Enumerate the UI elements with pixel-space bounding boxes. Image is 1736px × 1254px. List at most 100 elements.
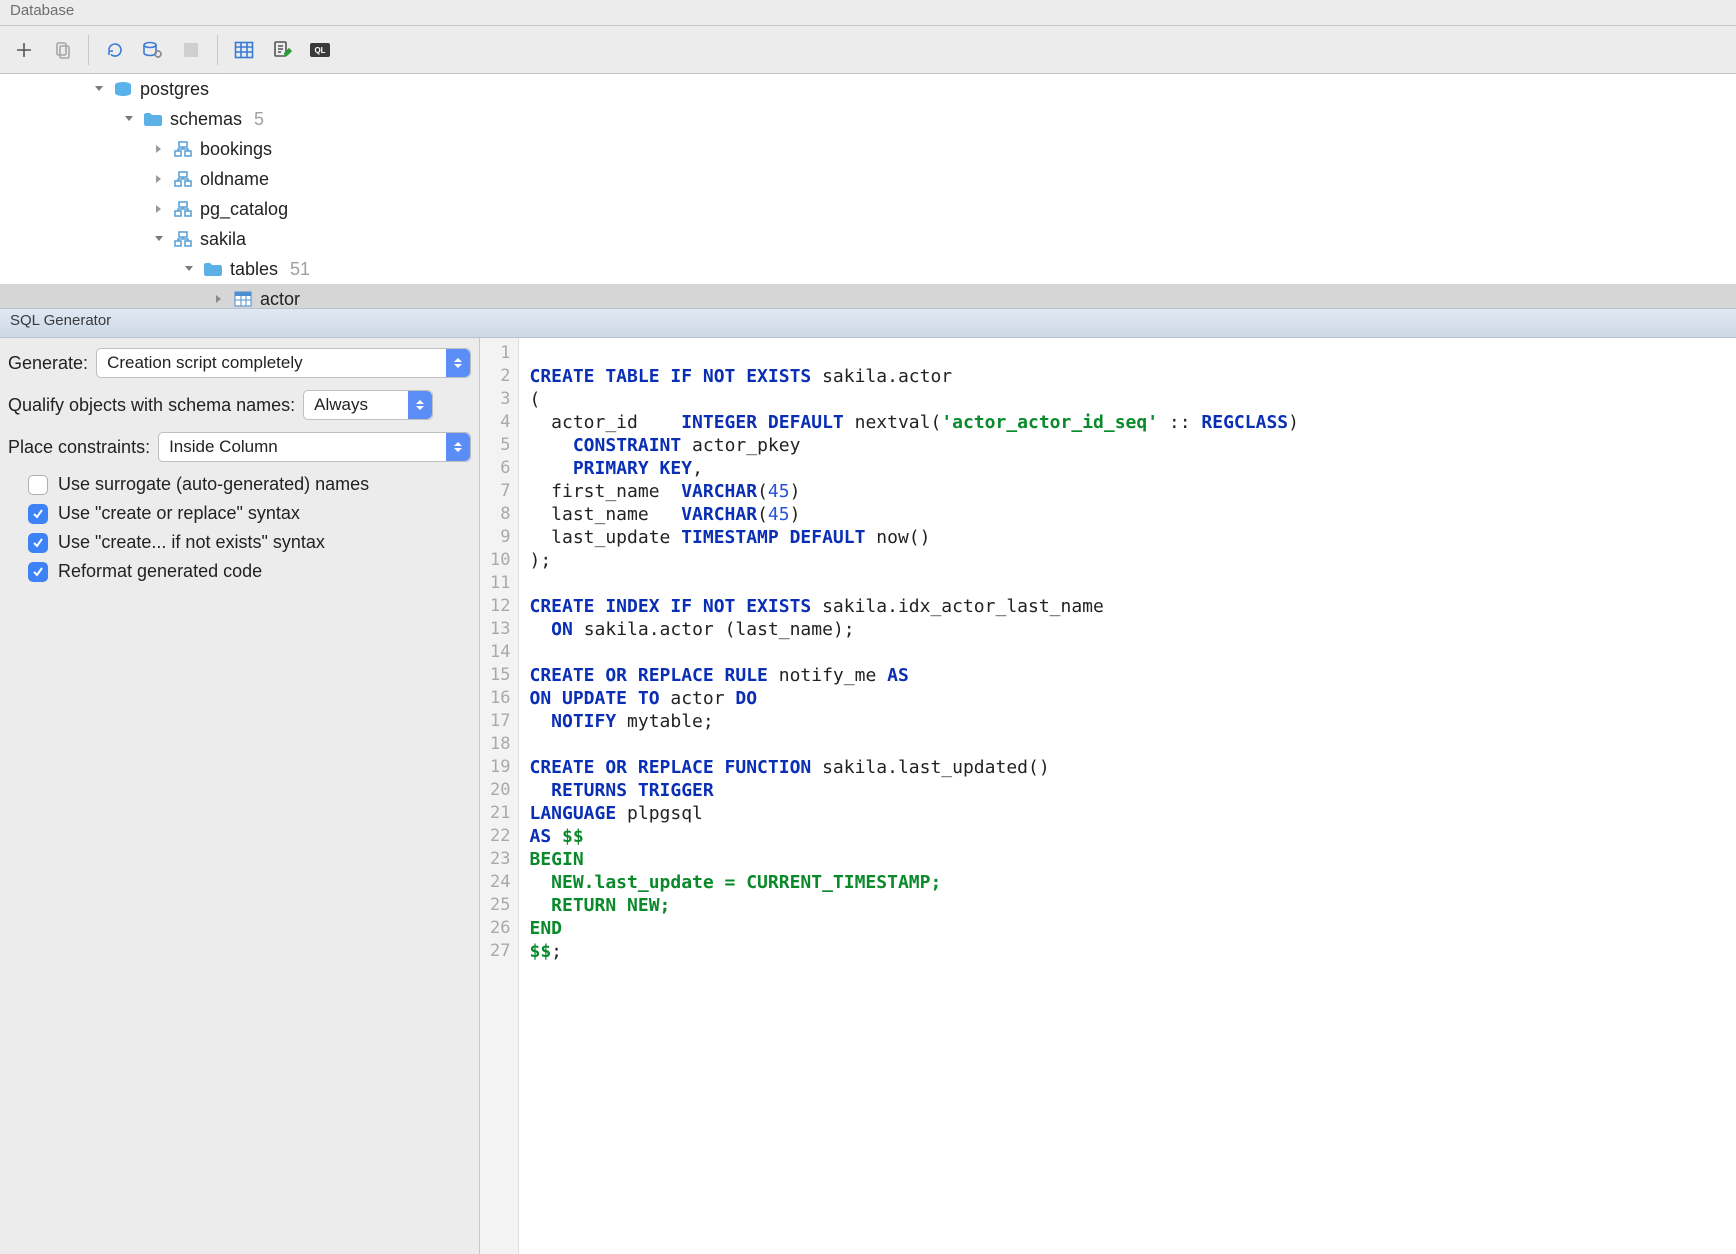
select-caret-icon: [446, 433, 470, 461]
tree-item-database[interactable]: postgres: [0, 74, 1736, 104]
code-token: sakila.actor: [811, 366, 952, 387]
code-token: );: [529, 550, 551, 571]
checkbox-checked-icon[interactable]: [28, 504, 48, 524]
chevron-down-icon[interactable]: [92, 82, 106, 96]
sql-code-content[interactable]: CREATE TABLE IF NOT EXISTS sakila.actor …: [519, 338, 1298, 1254]
chevron-right-icon[interactable]: [152, 142, 166, 156]
code-token: AS: [887, 665, 909, 686]
schema-icon: [172, 200, 194, 218]
code-token: first_name: [529, 481, 681, 502]
code-token: mytable;: [616, 711, 714, 732]
code-token: [529, 435, 572, 456]
database-tree[interactable]: postgres schemas 5 bookings oldname pg_c…: [0, 74, 1736, 308]
constraints-label: Place constraints:: [8, 437, 150, 458]
code-token: ON UPDATE TO: [529, 688, 659, 709]
code-token: [529, 780, 551, 801]
schema-icon: [172, 230, 194, 248]
select-value: Creation script completely: [107, 353, 303, 373]
chevron-down-icon[interactable]: [152, 232, 166, 246]
option-reformat-code[interactable]: Reformat generated code: [28, 561, 471, 582]
code-token: DO: [735, 688, 757, 709]
database-toolbar: QL: [0, 26, 1736, 74]
schema-icon: [172, 170, 194, 188]
refresh-icon[interactable]: [99, 34, 131, 66]
code-token: (: [757, 481, 768, 502]
code-token: ): [790, 481, 801, 502]
schema-icon: [172, 140, 194, 158]
code-token: now(): [865, 527, 930, 548]
code-token: TIMESTAMP DEFAULT: [681, 527, 865, 548]
tree-item-schema[interactable]: oldname: [0, 164, 1736, 194]
select-caret-icon: [408, 391, 432, 419]
code-token: CREATE INDEX IF NOT EXISTS: [529, 596, 811, 617]
tree-item-table[interactable]: actor: [0, 284, 1736, 308]
code-token: [529, 458, 572, 479]
code-token: ;: [551, 941, 562, 962]
select-value: Always: [314, 395, 368, 415]
option-surrogate-names[interactable]: Use surrogate (auto-generated) names: [28, 474, 471, 495]
code-token: actor: [660, 688, 736, 709]
code-token: (: [757, 504, 768, 525]
code-token: LANGUAGE: [529, 803, 616, 824]
option-create-or-replace[interactable]: Use "create or replace" syntax: [28, 503, 471, 524]
open-console-icon[interactable]: QL: [304, 34, 336, 66]
code-token: last_update: [529, 527, 681, 548]
tree-item-label: actor: [260, 289, 300, 309]
table-icon: [232, 290, 254, 308]
tree-item-schema[interactable]: pg_catalog: [0, 194, 1736, 224]
tree-item-schemas[interactable]: schemas 5: [0, 104, 1736, 134]
code-token: PRIMARY KEY: [573, 458, 692, 479]
panel-title: Database: [0, 0, 1736, 26]
option-if-not-exists[interactable]: Use "create... if not exists" syntax: [28, 532, 471, 553]
tree-item-label: tables: [230, 259, 278, 280]
code-token: ): [1288, 412, 1299, 433]
stop-icon: [175, 34, 207, 66]
tree-item-schema[interactable]: sakila: [0, 224, 1736, 254]
tree-item-tables[interactable]: tables 51: [0, 254, 1736, 284]
tree-item-label: postgres: [140, 79, 209, 100]
code-token: notify_me: [768, 665, 887, 686]
line-number-gutter: 1 2 3 4 5 6 7 8 9 10 11 12 13 14 15 16 1…: [480, 338, 519, 1254]
option-label: Use "create or replace" syntax: [58, 503, 300, 524]
checkbox-checked-icon[interactable]: [28, 533, 48, 553]
code-token: REGCLASS: [1201, 412, 1288, 433]
code-token: END: [529, 918, 562, 939]
chevron-right-icon[interactable]: [152, 202, 166, 216]
code-token: VARCHAR: [681, 504, 757, 525]
qualify-select[interactable]: Always: [303, 390, 433, 420]
chevron-right-icon[interactable]: [212, 292, 226, 306]
code-token: last_name: [529, 504, 681, 525]
code-token: [529, 619, 551, 640]
code-token: ): [790, 504, 801, 525]
code-token: actor_pkey: [681, 435, 800, 456]
tree-item-count: 51: [290, 259, 310, 280]
checkbox-unchecked-icon[interactable]: [28, 475, 48, 495]
code-token: plpgsql: [616, 803, 703, 824]
chevron-down-icon[interactable]: [182, 262, 196, 276]
code-token: $$: [529, 941, 551, 962]
tree-item-label: sakila: [200, 229, 246, 250]
code-token: CONSTRAINT: [573, 435, 681, 456]
option-label: Reformat generated code: [58, 561, 262, 582]
copy-icon[interactable]: [46, 34, 78, 66]
code-token: BEGIN: [529, 849, 583, 870]
add-icon[interactable]: [8, 34, 40, 66]
code-token: RETURNS TRIGGER: [551, 780, 714, 801]
edit-ddl-icon[interactable]: [266, 34, 298, 66]
option-label: Use surrogate (auto-generated) names: [58, 474, 369, 495]
data-source-properties-icon[interactable]: [137, 34, 169, 66]
folder-icon: [202, 260, 224, 278]
tree-item-label: pg_catalog: [200, 199, 288, 220]
code-token: sakila.actor (last_name);: [573, 619, 855, 640]
code-token: [529, 711, 551, 732]
chevron-down-icon[interactable]: [122, 112, 136, 126]
chevron-right-icon[interactable]: [152, 172, 166, 186]
sql-code-viewer[interactable]: 1 2 3 4 5 6 7 8 9 10 11 12 13 14 15 16 1…: [480, 338, 1736, 1254]
select-value: Inside Column: [169, 437, 278, 457]
code-token: NEW.last_update = CURRENT_TIMESTAMP;: [529, 872, 941, 893]
tree-item-schema[interactable]: bookings: [0, 134, 1736, 164]
table-editor-icon[interactable]: [228, 34, 260, 66]
constraints-select[interactable]: Inside Column: [158, 432, 471, 462]
checkbox-checked-icon[interactable]: [28, 562, 48, 582]
generate-select[interactable]: Creation script completely: [96, 348, 471, 378]
